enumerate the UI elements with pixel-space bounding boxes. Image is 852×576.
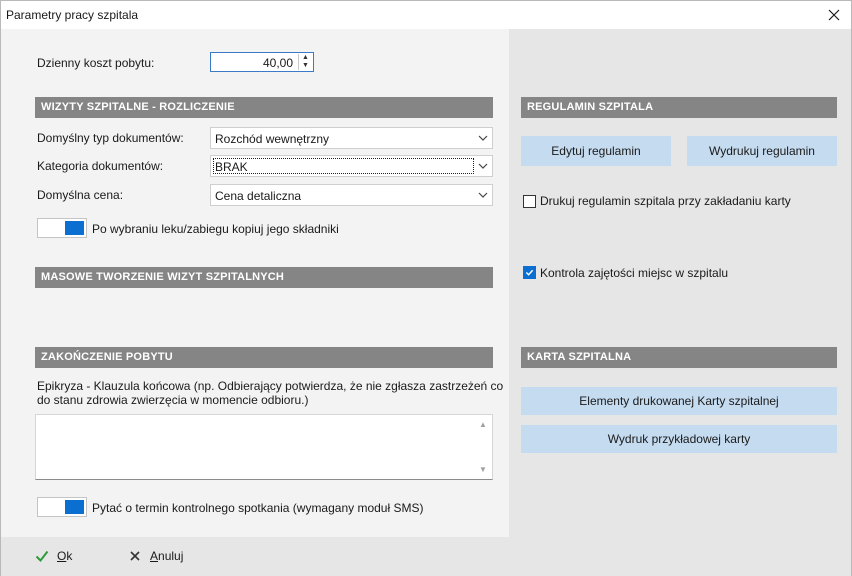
- close-icon: [828, 9, 840, 21]
- copy-components-label: Po wybraniu leku/zabiegu kopiuj jego skł…: [92, 222, 339, 236]
- default-price-value: Cena detaliczna: [215, 189, 302, 203]
- toggle-knob: [65, 500, 84, 514]
- doc-type-label: Domyślny typ dokumentów:: [37, 131, 184, 145]
- window-title: Parametry pracy szpitala: [6, 8, 139, 22]
- doc-type-value: Rozchód wewnętrzny: [215, 132, 330, 146]
- checkmark-icon: [525, 269, 534, 276]
- card-section-header: KARTA SZPITALNA: [521, 347, 837, 368]
- toggle-knob: [65, 221, 84, 235]
- footer-bar: Ok Anuluj: [1, 537, 851, 576]
- mass-visits-section-header: MASOWE TWORZENIE WIZYT SZPITALNYCH: [35, 267, 493, 288]
- rules-section-header: REGULAMIN SZPITALA: [521, 97, 837, 118]
- clause-label-line2: do stanu zdrowia zwierzęcia w momencie o…: [37, 393, 309, 407]
- title-bar: Parametry pracy szpitala: [1, 1, 851, 29]
- doc-category-label: Kategoria dokumentów:: [37, 159, 164, 173]
- doc-type-select[interactable]: Rozchód wewnętrzny: [210, 127, 493, 149]
- doc-category-select[interactable]: BRAK: [210, 155, 493, 177]
- stepper-up-icon[interactable]: ▲: [299, 54, 312, 62]
- default-price-select[interactable]: Cena detaliczna: [210, 184, 493, 206]
- occupancy-control-label: Kontrola zajętości miejsc w szpitalu: [540, 266, 729, 280]
- default-price-label: Domyślna cena:: [37, 188, 124, 202]
- ask-followup-toggle[interactable]: [37, 497, 87, 517]
- scroll-down-icon[interactable]: ▼: [479, 465, 487, 474]
- chevron-down-icon: [478, 163, 488, 169]
- ask-followup-label: Pytać o termin kontrolnego spotkania (wy…: [92, 501, 424, 515]
- close-button[interactable]: [823, 4, 845, 26]
- visits-section-header: WIZYTY SZPITALNE - ROZLICZENIE: [35, 97, 493, 118]
- chevron-down-icon: [478, 135, 488, 141]
- print-rules-button[interactable]: Wydrukuj regulamin: [687, 136, 837, 166]
- clause-textarea[interactable]: ▲ ▼: [35, 414, 493, 480]
- copy-components-toggle[interactable]: [37, 218, 87, 238]
- ok-label: Ok: [57, 549, 73, 563]
- clause-label-line1: Epikryza - Klauzula końcowa (np. Odbiera…: [37, 379, 504, 393]
- doc-category-value: BRAK: [215, 160, 248, 174]
- checkmark-icon: [35, 550, 49, 563]
- edit-rules-button[interactable]: Edytuj regulamin: [521, 136, 671, 166]
- cancel-x-icon: [130, 551, 140, 561]
- chevron-down-icon: [478, 192, 488, 198]
- ok-button[interactable]: Ok: [35, 546, 72, 566]
- end-of-stay-section-header: ZAKOŃCZENIE POBYTU: [35, 347, 493, 368]
- left-pane: Dzienny koszt pobytu: 40,00 ▲ ▼ WIZYTY S…: [1, 29, 509, 537]
- right-pane: REGULAMIN SZPITALA Edytuj regulamin Wydr…: [509, 29, 851, 537]
- print-on-card-checkbox[interactable]: [523, 195, 536, 208]
- scroll-up-icon[interactable]: ▲: [479, 420, 487, 429]
- memo-scrollbar[interactable]: ▲ ▼: [476, 416, 491, 478]
- daily-cost-stepper[interactable]: ▲ ▼: [298, 54, 312, 70]
- stepper-down-icon[interactable]: ▼: [299, 62, 312, 70]
- cancel-label: Anuluj: [150, 549, 184, 563]
- card-elements-button[interactable]: Elementy drukowanej Karty szpitalnej: [521, 387, 837, 415]
- sample-card-button[interactable]: Wydruk przykładowej karty: [521, 425, 837, 453]
- dialog-window: Parametry pracy szpitala Dzienny koszt p…: [0, 0, 852, 576]
- daily-cost-value: 40,00: [262, 56, 293, 70]
- daily-cost-label: Dzienny koszt pobytu:: [37, 56, 155, 70]
- print-on-card-label: Drukuj regulamin szpitala przy zakładani…: [540, 194, 791, 208]
- occupancy-control-checkbox[interactable]: [523, 266, 536, 279]
- cancel-button[interactable]: Anuluj: [128, 546, 183, 566]
- daily-cost-input[interactable]: 40,00 ▲ ▼: [210, 52, 314, 72]
